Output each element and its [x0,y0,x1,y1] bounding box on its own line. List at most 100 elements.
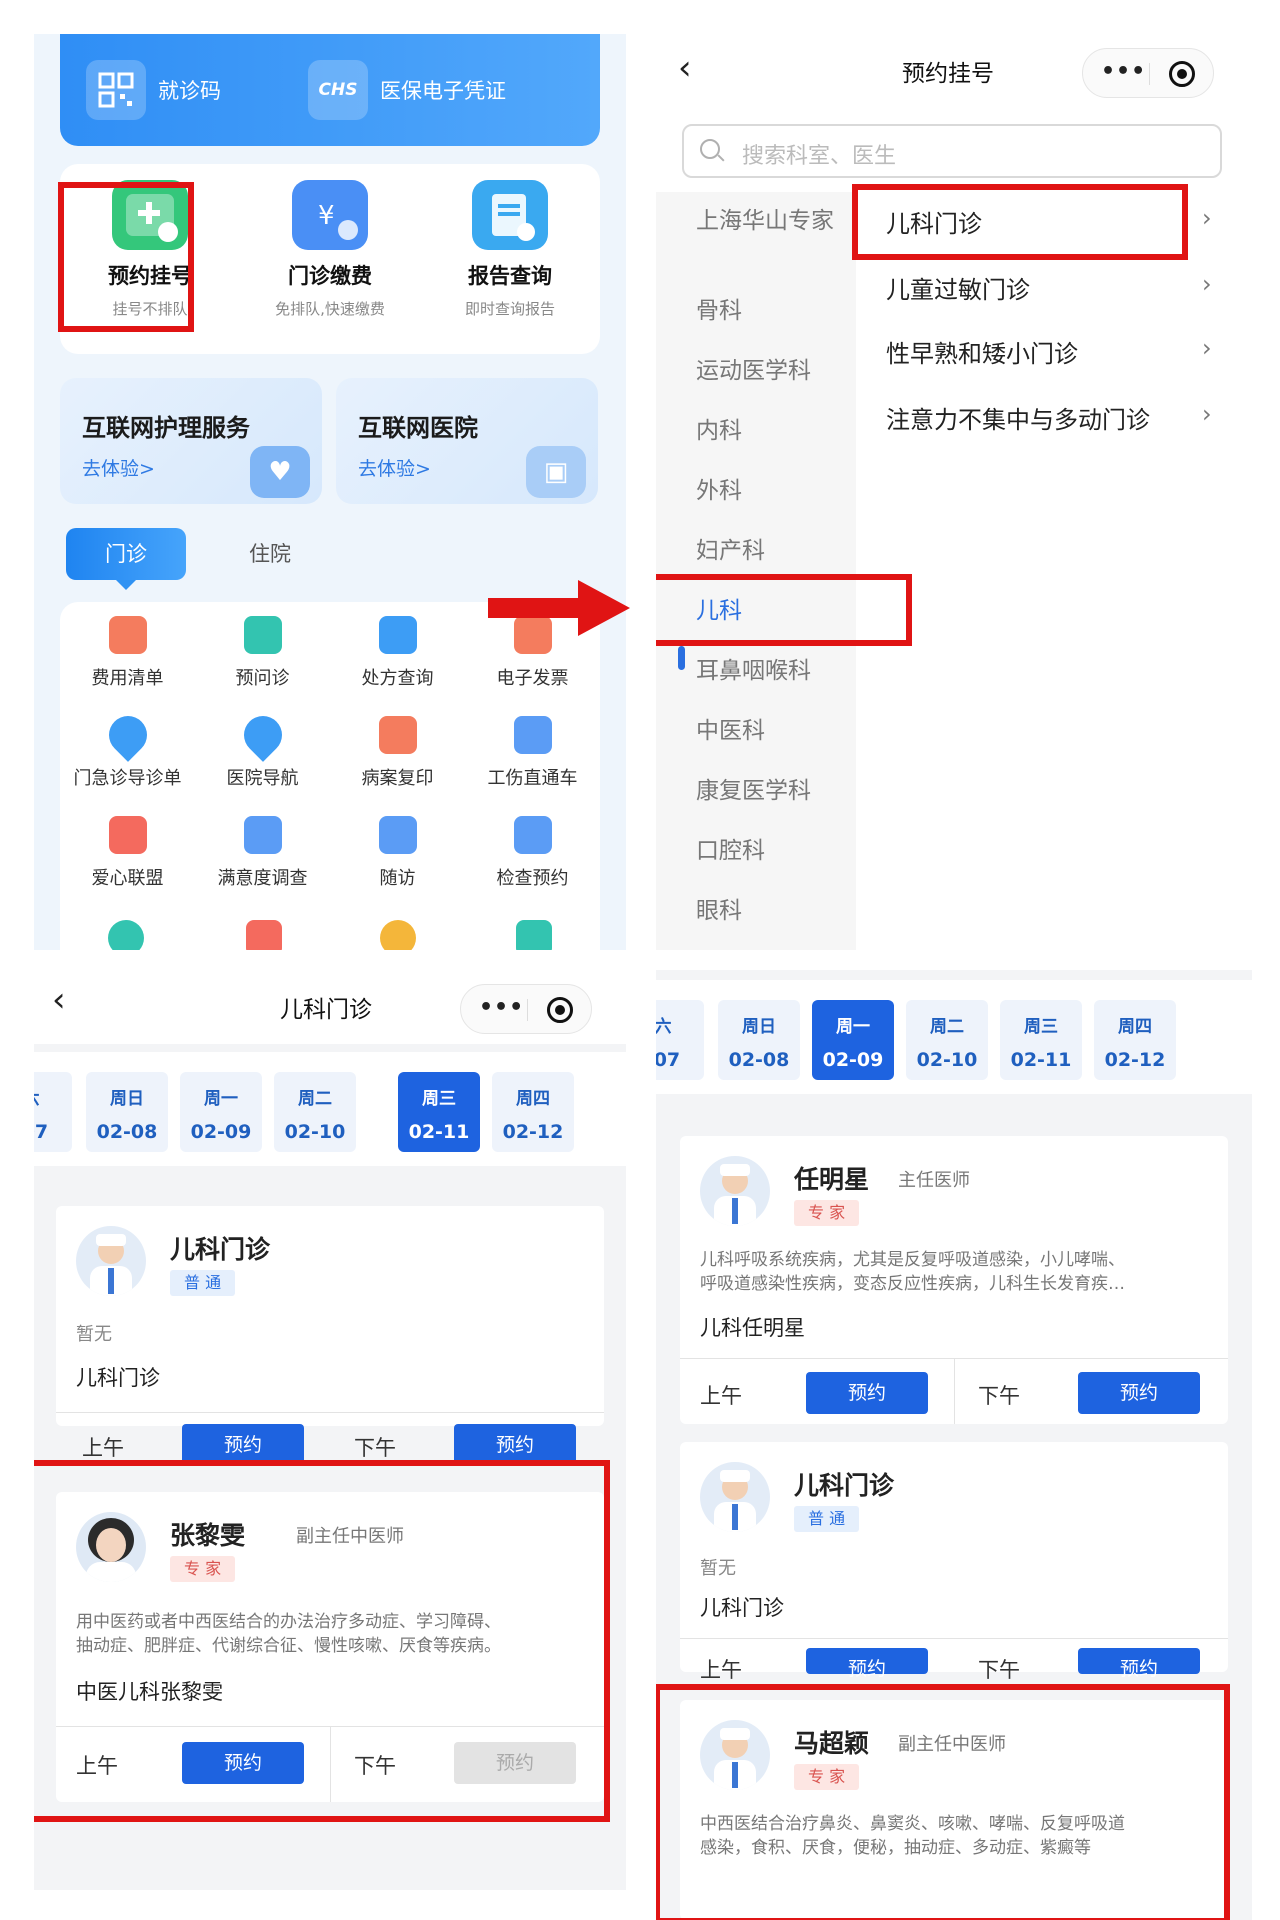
heart-icon: ♥ [250,446,310,498]
grid-item-followup[interactable]: 随访 [330,816,465,890]
grid-label: 工伤直通车 [487,768,578,789]
grid-item-work-injury[interactable]: 工伤直通车 [465,716,600,790]
grid-label: 电子发票 [496,668,569,689]
search-placeholder: 搜索科室、医生 [742,144,897,169]
date-cell[interactable]: 周二 02-10 [906,1000,988,1080]
grid-label: 处方查询 [361,668,434,689]
subdept-adhd[interactable]: 注意力不集中与多动门诊 [886,400,1150,435]
grid-item-record-copy[interactable]: 病案复印 [330,716,465,790]
date-cell[interactable]: 周三 02-11 [1000,1000,1082,1080]
doctor-title: 主任医师 [898,1170,970,1191]
date-week: 周四 [1118,1017,1152,1037]
date-cell[interactable]: 六 -07 [656,1000,704,1080]
date-cell[interactable]: 周日 02-08 [86,1072,168,1152]
book-pm-button[interactable]: 预约 [1078,1372,1200,1414]
date-cell[interactable]: 周一 02-09 [180,1072,262,1152]
date-cell[interactable]: 周四 02-12 [492,1072,574,1152]
outpatient-payment-service[interactable]: ¥ 门诊缴费 免排队,快速缴费 [240,180,420,319]
date-cell[interactable]: 周二 02-10 [274,1072,356,1152]
date-cell-selected[interactable]: 周一 02-09 [812,1000,894,1080]
date-day: 02-12 [1104,1049,1166,1071]
send-icon [243,616,282,654]
internet-hospital-title: 互联网医院 [358,414,478,442]
payment-sub: 免排队,快速缴费 [275,300,385,318]
dept-item[interactable]: 骨科 [696,296,836,326]
chevron-right-icon: › [1202,400,1212,428]
grid-label: 检查预约 [496,868,569,889]
internet-nursing-link[interactable]: 去体验> [82,454,155,481]
highlight-appointment [58,182,194,332]
doctor-intro: 暂无 [76,1324,112,1345]
chs-icon: CHS [308,60,368,120]
grid-label: 随访 [379,868,416,889]
grid-label: 满意度调查 [217,868,308,889]
book-pm-button[interactable]: 预约 [1078,1648,1200,1680]
dept-item[interactable]: 康复医学科 [696,776,836,806]
book-am-button[interactable]: 预约 [806,1372,928,1414]
grid-item-exam-booking[interactable]: 检查预约 [465,816,600,890]
partial-icon [516,920,552,950]
dept-item[interactable]: 中医科 [696,716,836,746]
grid-item-love-alliance[interactable]: 爱心联盟 [60,816,195,890]
doctor-name: 任明星 [794,1165,870,1194]
pm-label: 下午 [978,1658,1020,1682]
date-cell-selected[interactable]: 周三 02-11 [398,1072,480,1152]
dept-item[interactable]: 外科 [696,476,836,506]
navbar: ‹ 儿科门诊 ••• [34,970,626,1044]
highlight-doctor-card [656,1684,1230,1920]
page-title: 儿科门诊 [280,997,372,1023]
doctor-card-ren: 任明星 主任医师 专 家 儿科呼吸系统疾病，尤其是反复呼吸道感染，小儿哮喘、 呼… [680,1136,1228,1424]
date-day: 02-08 [728,1049,790,1071]
grid-item-hospital-nav[interactable]: 医院导航 [195,708,330,790]
dept-item[interactable]: 耳鼻咽喉科 [696,656,836,686]
back-icon[interactable]: ‹ [52,980,66,1020]
date-day: 02-11 [408,1121,470,1143]
dept-item[interactable]: 运动医学科 [696,356,836,386]
more-icon[interactable]: ••• [479,995,524,1020]
internet-hospital-link[interactable]: 去体验> [358,454,431,481]
date-selector: 六 -07 周日 02-08 周一 02-09 周二 02-10 周三 02-11 周四 0… [656,980,1252,1094]
close-target-icon[interactable] [547,997,573,1023]
capsule-divider [1149,63,1150,85]
subdept-allergy[interactable]: 儿童过敏门诊 [886,270,1030,305]
date-cell[interactable]: 周日 02-08 [718,1000,800,1080]
date-day: 02-08 [96,1121,158,1143]
payment-title: 门诊缴费 [288,264,372,288]
tab-outpatient[interactable]: 门诊 [66,528,186,590]
report-title: 报告查询 [468,264,552,288]
report-query-service[interactable]: 报告查询 即时查询报告 [420,180,600,319]
date-cell[interactable]: 周四 02-12 [1094,1000,1176,1080]
date-cell[interactable]: 六 -07 [34,1072,72,1152]
book-am-button[interactable]: 预约 [806,1648,928,1680]
normal-badge: 普 通 [170,1270,236,1296]
internet-hospital-card[interactable]: 互联网医院 去体验> ▣ [336,378,598,504]
service-grid: 费用清单 预问诊 处方查询 电子发票 门急诊导诊单 医院导航 病案复印 工伤直通… [60,602,600,950]
grid-item-guide-sheet[interactable]: 门急诊导诊单 [60,708,195,790]
page-title: 预约挂号 [902,61,994,87]
grid-item-survey[interactable]: 满意度调查 [195,816,330,890]
grid-item-fee-list[interactable]: 费用清单 [60,616,195,690]
close-target-icon[interactable] [1169,61,1195,87]
dept-item[interactable]: 内科 [696,416,836,446]
dept-item[interactable]: 上海华山专家 [696,206,836,236]
grid-item-prescription[interactable]: 处方查询 [330,616,465,690]
mini-program-capsule: ••• [460,984,592,1034]
booking-screen: ‹ 预约挂号 ••• 搜索科室、医生 上海华山专家 骨科 运动医学科 内科 外科… [656,34,1252,950]
search-input[interactable]: 搜索科室、医生 [682,124,1222,178]
back-icon[interactable]: ‹ [678,48,692,88]
more-icon[interactable]: ••• [1101,59,1146,84]
subdept-precocious-puberty[interactable]: 性早熟和矮小门诊 [886,334,1078,369]
chevron-right-icon: › [1202,270,1212,298]
visit-code-button[interactable]: 就诊码 [86,60,221,120]
visit-code-label: 就诊码 [158,79,221,103]
dept-item[interactable]: 妇产科 [696,536,836,566]
internet-nursing-card[interactable]: 互联网护理服务 去体验> ♥ [60,378,322,504]
dept-item[interactable]: 口腔科 [696,836,836,866]
annotation-arrow [488,598,584,618]
grid-item-pre-consult[interactable]: 预问诊 [195,616,330,690]
dept-item[interactable]: 眼科 [696,896,836,926]
tab-inpatient[interactable]: 住院 [210,528,330,580]
medical-insurance-button[interactable]: CHS 医保电子凭证 [308,60,506,120]
divider [680,1638,1228,1639]
date-week: 周三 [422,1089,456,1109]
